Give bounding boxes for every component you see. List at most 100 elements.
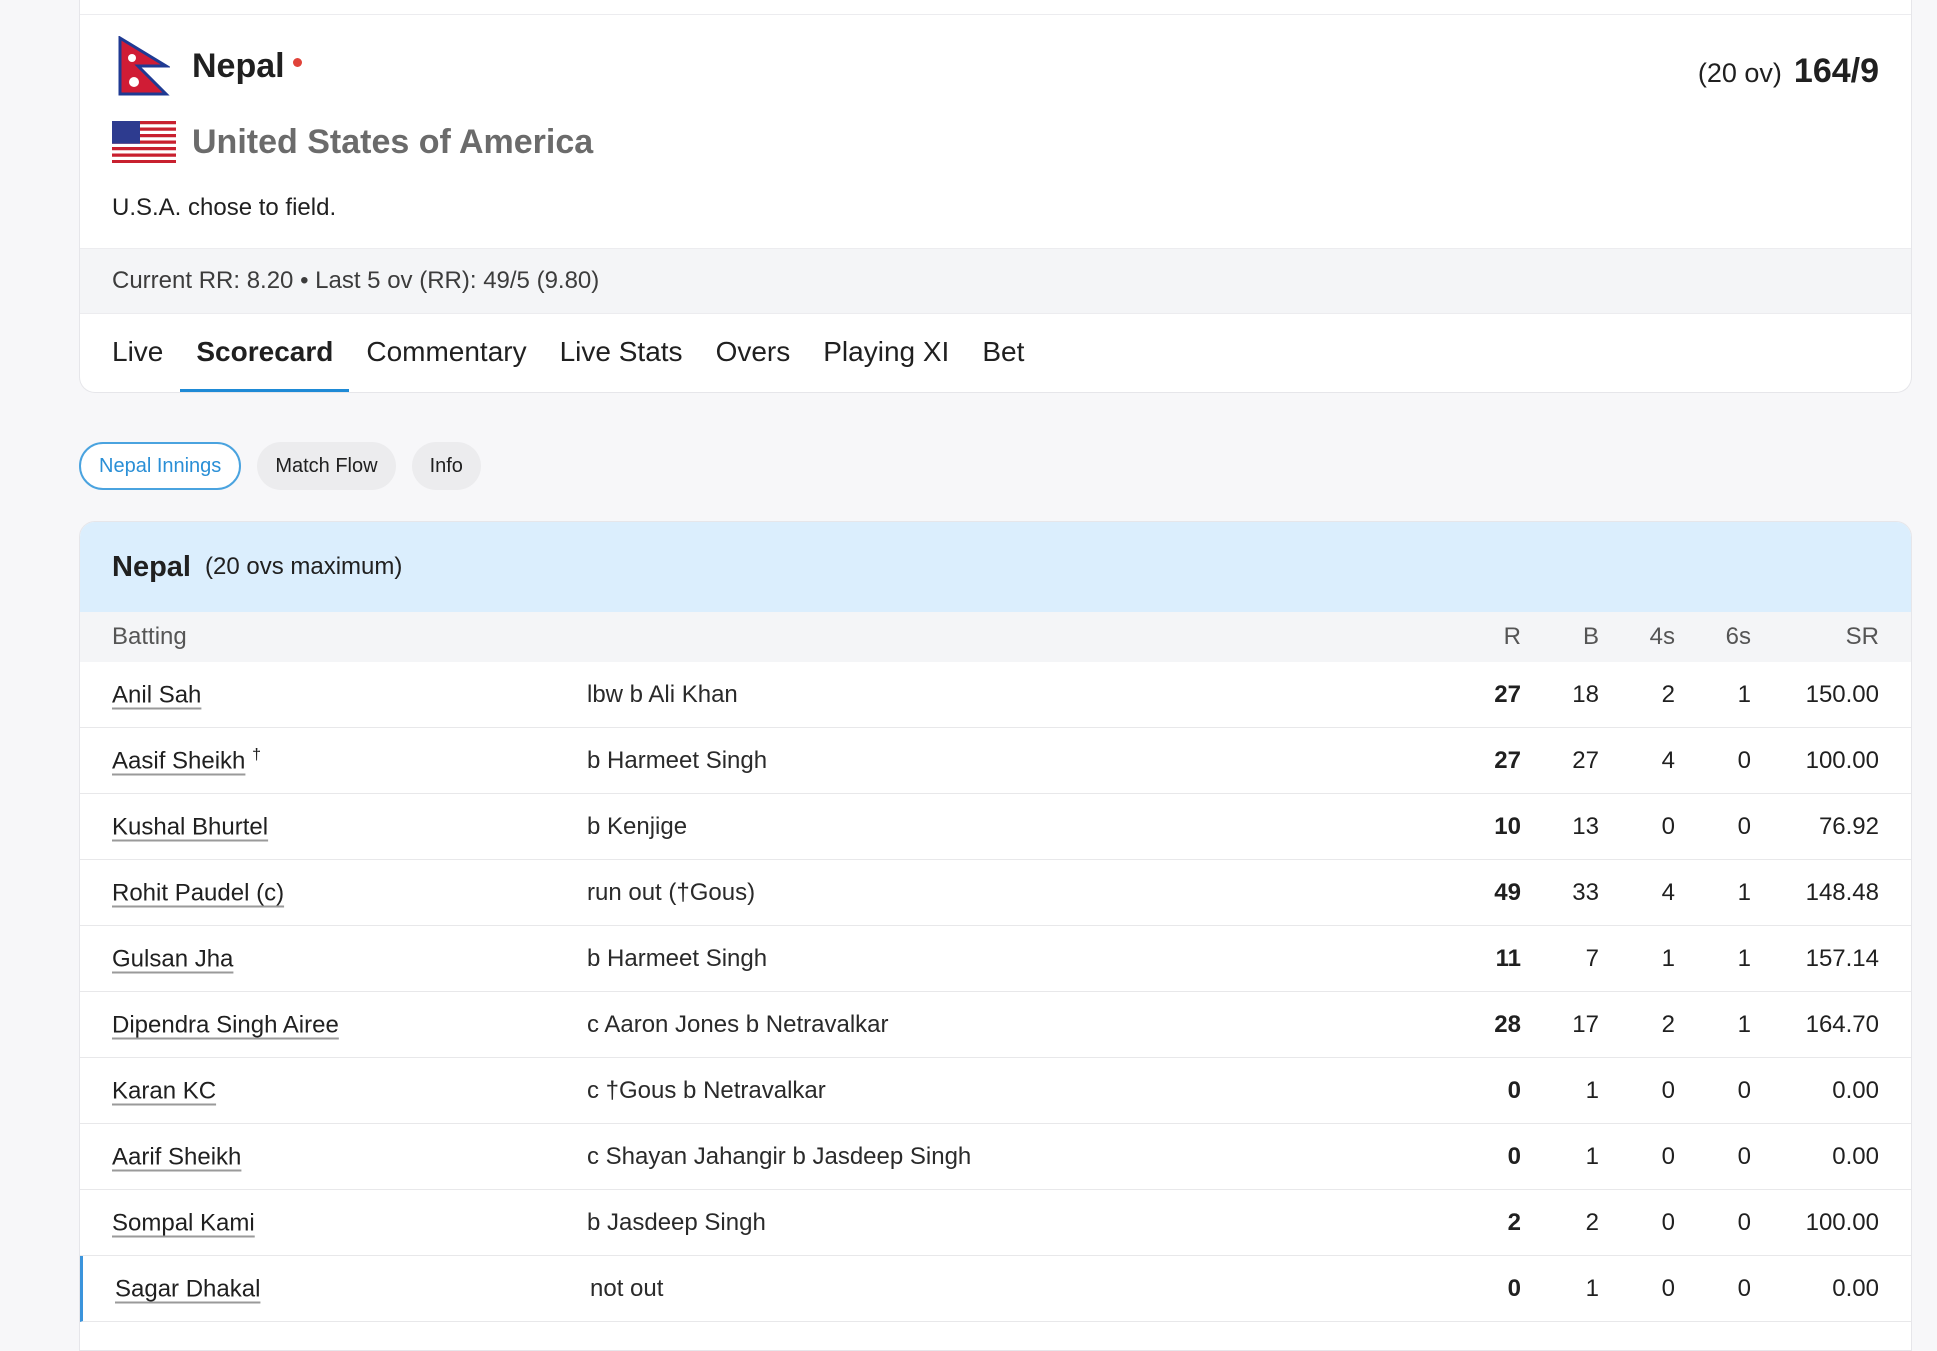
strike-rate: 100.00 xyxy=(1805,746,1879,774)
runs: 0 xyxy=(1507,1142,1521,1170)
header-strike-rate: SR xyxy=(1845,623,1879,650)
team1-row: Nepal xyxy=(112,36,302,96)
balls: 1 xyxy=(1585,1076,1599,1104)
table-row: Aasif Sheikh † b Harmeet Singh 27 27 4 0 100.0… xyxy=(80,728,1911,794)
strike-rate: 150.00 xyxy=(1805,680,1879,708)
team2-name[interactable]: United States of America xyxy=(192,123,593,162)
runs: 10 xyxy=(1494,812,1521,840)
tab-playing-xi[interactable]: Playing XI xyxy=(823,320,949,392)
header-runs: R xyxy=(1503,623,1521,650)
tab-bet[interactable]: Bet xyxy=(982,320,1024,392)
sixes: 0 xyxy=(1737,1274,1751,1302)
team1-name[interactable]: Nepal xyxy=(192,47,285,86)
run-rate-bar: Current RR: 8.20 • Last 5 ov (RR): 49/5 … xyxy=(80,248,1911,314)
batter-name-cell: Anil Sah xyxy=(112,680,201,709)
runs: 0 xyxy=(1507,1076,1521,1104)
team1-overs: (20 ov) xyxy=(1697,58,1782,88)
header-fours: 4s xyxy=(1649,623,1675,650)
dismissal: run out (†Gous) xyxy=(587,878,756,906)
batter-name-link[interactable]: Aarif Sheikh xyxy=(112,1143,241,1170)
sixes: 1 xyxy=(1737,878,1751,906)
usa-flag-icon xyxy=(112,118,176,166)
batter-name-link[interactable]: Aasif Sheikh xyxy=(112,747,245,774)
sixes: 0 xyxy=(1737,1208,1751,1236)
fours: 0 xyxy=(1661,1142,1675,1170)
live-indicator-dot xyxy=(292,57,302,67)
tab-scorecard[interactable]: Scorecard xyxy=(180,320,350,392)
runs: 49 xyxy=(1494,878,1521,906)
tab-live[interactable]: Live xyxy=(112,320,163,392)
batter-name-link[interactable]: Sagar Dhakal xyxy=(115,1275,260,1302)
strike-rate: 0.00 xyxy=(1832,1076,1879,1104)
balls: 2 xyxy=(1585,1208,1599,1236)
sixes: 0 xyxy=(1737,812,1751,840)
innings-max-overs: (20 ovs maximum) xyxy=(204,553,403,580)
dismissal: b Harmeet Singh xyxy=(587,746,768,774)
innings-header: Nepal (20 ovs maximum) xyxy=(80,522,1911,612)
batter-name-link[interactable]: Gulsan Jha xyxy=(112,945,233,972)
strike-rate: 100.00 xyxy=(1805,1208,1879,1236)
fours: 0 xyxy=(1661,1208,1675,1236)
balls: 7 xyxy=(1585,944,1599,972)
pill-match-flow[interactable]: Match Flow xyxy=(257,442,396,490)
fours: 2 xyxy=(1661,680,1675,708)
batter-name-cell: Aasif Sheikh † xyxy=(112,746,261,775)
match-tabs: Live Scorecard Commentary Live Stats Ove… xyxy=(112,320,1057,392)
batter-name-cell: Dipendra Singh Airee xyxy=(112,1010,339,1039)
dismissal: lbw b Ali Khan xyxy=(587,680,738,708)
team2-row: United States of America xyxy=(112,118,593,166)
sixes: 0 xyxy=(1737,1142,1751,1170)
pill-nepal-innings[interactable]: Nepal Innings xyxy=(79,442,242,490)
fours: 0 xyxy=(1661,1274,1675,1302)
batter-name-link[interactable]: Rohit Paudel (c) xyxy=(112,879,284,906)
batting-rows: Anil Sah lbw b Ali Khan 27 18 2 1 150.00 Aasif… xyxy=(80,662,1911,1322)
tab-live-stats[interactable]: Live Stats xyxy=(560,320,683,392)
match-header-card: Nepal (20 ov) 164/9 United States of Ame… xyxy=(79,0,1912,393)
runs: 27 xyxy=(1494,746,1521,774)
balls: 1 xyxy=(1585,1274,1599,1302)
pill-info[interactable]: Info xyxy=(411,442,481,490)
balls: 1 xyxy=(1585,1142,1599,1170)
tab-commentary[interactable]: Commentary xyxy=(366,320,526,392)
table-row: Karan KC c †Gous b Netravalkar 0 1 0 0 0.00 xyxy=(80,1058,1911,1124)
nepal-flag-icon xyxy=(112,36,176,96)
batter-name-link[interactable]: Sompal Kami xyxy=(112,1209,255,1236)
strike-rate: 0.00 xyxy=(1832,1274,1879,1302)
dismissal: b Kenjige xyxy=(587,812,688,840)
keeper-mark: † xyxy=(252,746,261,763)
run-rate-text: Current RR: 8.20 • Last 5 ov (RR): 49/5 … xyxy=(112,267,600,294)
sixes: 1 xyxy=(1737,944,1751,972)
balls: 18 xyxy=(1572,680,1599,708)
table-row: Rohit Paudel (c) run out (†Gous) 49 33 4 1 14… xyxy=(80,860,1911,926)
batter-name-cell: Sagar Dhakal xyxy=(115,1274,260,1303)
strike-rate: 164.70 xyxy=(1805,1010,1879,1038)
scorecard-filter-pills: Nepal Innings Match Flow Info xyxy=(79,442,497,490)
toss-result: U.S.A. chose to field. xyxy=(112,194,337,221)
batter-name-cell: Sompal Kami xyxy=(112,1208,255,1237)
table-row: Aarif Sheikh c Shayan Jahangir b Jasdeep… xyxy=(80,1124,1911,1190)
batter-name-cell: Kushal Bhurtel xyxy=(112,812,268,841)
tab-overs[interactable]: Overs xyxy=(716,320,791,392)
batter-name-link[interactable]: Kushal Bhurtel xyxy=(112,813,268,840)
runs: 0 xyxy=(1507,1274,1521,1302)
dismissal: c Shayan Jahangir b Jasdeep Singh xyxy=(587,1142,972,1170)
header-sixes: 6s xyxy=(1725,623,1751,650)
balls: 33 xyxy=(1572,878,1599,906)
fours: 4 xyxy=(1661,878,1675,906)
sixes: 0 xyxy=(1737,1076,1751,1104)
fours: 1 xyxy=(1661,944,1675,972)
batter-name-link[interactable]: Karan KC xyxy=(112,1077,216,1104)
dismissal: b Harmeet Singh xyxy=(587,944,768,972)
balls: 13 xyxy=(1572,812,1599,840)
strike-rate: 148.48 xyxy=(1805,878,1879,906)
header-balls: B xyxy=(1582,623,1599,650)
strike-rate: 76.92 xyxy=(1818,812,1879,840)
balls: 27 xyxy=(1572,746,1599,774)
header-batting: Batting xyxy=(112,623,187,650)
batter-name-cell: Karan KC xyxy=(112,1076,216,1105)
dismissal: b Jasdeep Singh xyxy=(587,1208,766,1236)
batter-name-link[interactable]: Dipendra Singh Airee xyxy=(112,1011,339,1038)
runs: 11 xyxy=(1495,944,1521,972)
batter-name-link[interactable]: Anil Sah xyxy=(112,681,201,708)
fours: 0 xyxy=(1661,1076,1675,1104)
